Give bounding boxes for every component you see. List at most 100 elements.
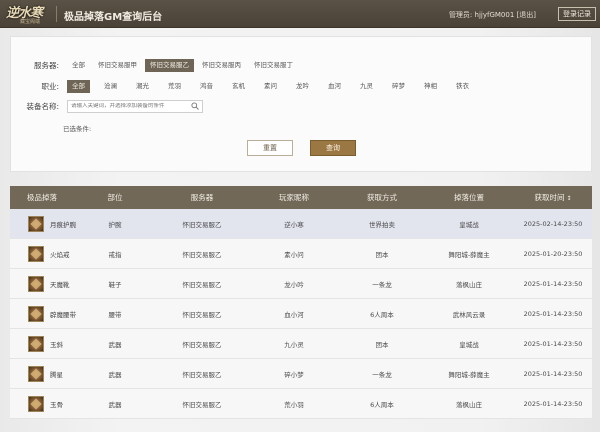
table-row[interactable]: 辟魔腰带 腰带 怀旧交易服乙 血小河 6人周本 武林风云录 2025-01-14-23:50	[10, 299, 592, 329]
slot-cell: 戒指	[108, 250, 122, 259]
time-cell: 2025-01-20-23:50	[523, 249, 583, 258]
table-row[interactable]: 火焰戒 戒指 怀旧交易服乙 素小问 团本 舞阳城-薛魔主 2025-01-20-23:50	[10, 239, 592, 269]
job-option[interactable]: 铁衣	[451, 80, 474, 93]
job-option[interactable]: 玄机	[227, 80, 250, 93]
time-cell: 2025-02-14-23:50	[523, 219, 583, 228]
item-cell: 玉骨	[10, 395, 74, 412]
server-option[interactable]: 怀旧交易服丙	[197, 59, 246, 72]
location-cell: 舞阳城-薛魔主	[448, 370, 490, 379]
item-icon[interactable]	[28, 245, 44, 262]
item-icon[interactable]	[28, 215, 44, 232]
slot-cell: 腰带	[108, 310, 122, 319]
job-option[interactable]: 龙吟	[291, 80, 314, 93]
col-header-method: 获取方式	[367, 193, 397, 202]
player-cell: 龙小吟	[284, 280, 304, 289]
col-header-location: 掉落位置	[454, 193, 484, 202]
server-options: 全部 怀旧交易服甲 怀旧交易服乙 怀旧交易服丙 怀旧交易服丁	[67, 58, 301, 72]
slot-cell: 鞋子	[108, 280, 122, 289]
player-cell: 素小问	[284, 250, 304, 259]
slot-cell: 武器	[108, 370, 122, 379]
app-logo[interactable]: 逆水寒 藏宝阁端	[6, 2, 52, 26]
player-cell: 荒小羽	[284, 400, 304, 409]
slot-cell: 护腕	[108, 220, 122, 229]
server-filter-row: 服务器: 全部 怀旧交易服甲 怀旧交易服乙 怀旧交易服丙 怀旧交易服丁	[11, 58, 301, 72]
equipment-search-box[interactable]	[67, 99, 203, 113]
equipment-search-input[interactable]	[71, 103, 181, 109]
job-option[interactable]: 碎梦	[387, 80, 410, 93]
server-cell: 怀旧交易服乙	[182, 250, 222, 259]
method-cell: 团本	[375, 250, 389, 259]
time-cell: 2025-01-14-23:50	[523, 339, 583, 348]
job-option[interactable]: 素问	[259, 80, 282, 93]
method-cell: 6人周本	[370, 310, 394, 319]
server-option[interactable]: 全部	[67, 59, 90, 72]
time-cell: 2025-01-14-23:50	[523, 309, 583, 318]
job-option[interactable]: 潮光	[131, 80, 154, 93]
method-cell: 团本	[375, 340, 389, 349]
table-body: 月痕护腕 护腕 怀旧交易服乙 逆小寒 世界拍卖 皇城战 2025-02-14-23:50 火焰…	[10, 209, 592, 419]
location-cell: 舞阳城-薛魔主	[448, 250, 490, 259]
player-cell: 逆小寒	[284, 220, 304, 229]
table-row[interactable]: 腾星 武器 怀旧交易服乙 碎小梦 一条龙 舞阳城-薛魔主 2025-01-14-23:50	[10, 359, 592, 389]
server-cell: 怀旧交易服乙	[182, 370, 222, 379]
item-name: 玉斜	[50, 340, 63, 349]
item-icon[interactable]	[28, 335, 44, 352]
table-row[interactable]: 月痕护腕 护腕 怀旧交易服乙 逆小寒 世界拍卖 皇城战 2025-02-14-23:50	[10, 209, 592, 239]
server-option[interactable]: 怀旧交易服甲	[93, 59, 142, 72]
location-cell: 武林风云录	[452, 310, 486, 319]
job-option[interactable]: 沧澜	[99, 80, 122, 93]
item-name: 玉骨	[50, 400, 63, 409]
job-option[interactable]: 神相	[419, 80, 442, 93]
player-cell: 九小灵	[284, 340, 304, 349]
header-divider	[56, 6, 57, 22]
item-cell: 火焰戒	[10, 245, 74, 262]
item-name: 腾星	[50, 370, 63, 379]
method-cell: 一条龙	[372, 370, 392, 379]
job-filter-label: 职业:	[41, 81, 59, 91]
admin-exit-link[interactable]: [退出]	[517, 11, 536, 19]
search-icon[interactable]	[191, 102, 199, 110]
item-icon[interactable]	[28, 305, 44, 322]
logo-sub-text: 藏宝阁端	[20, 19, 41, 25]
job-option[interactable]: 全部	[67, 79, 90, 93]
server-cell: 怀旧交易服乙	[182, 220, 222, 229]
job-option[interactable]: 九灵	[355, 80, 378, 93]
job-option[interactable]: 鸿音	[195, 80, 218, 93]
server-option[interactable]: 怀旧交易服丁	[249, 59, 298, 72]
location-cell: 皇城战	[459, 340, 479, 349]
col-header-server: 服务器	[190, 193, 214, 202]
item-icon[interactable]	[28, 275, 44, 292]
col-header-time[interactable]: 获取时间 ↕	[514, 192, 592, 203]
item-name: 月痕护腕	[50, 220, 76, 229]
location-cell: 皇城战	[459, 220, 479, 229]
job-option[interactable]: 荒羽	[163, 80, 186, 93]
item-cell: 辟魔腰带	[10, 305, 76, 322]
equipment-filter-label: 装备名称:	[26, 101, 59, 111]
query-button[interactable]: 查询	[310, 140, 356, 156]
item-cell: 月痕护腕	[10, 215, 76, 232]
job-option[interactable]: 血河	[323, 80, 346, 93]
login-records-button[interactable]: 登录记录	[558, 7, 596, 21]
col-header-time-label: 获取时间	[534, 193, 565, 202]
item-name: 火焰戒	[50, 250, 70, 259]
reset-button[interactable]: 重置	[247, 140, 293, 156]
sort-icon[interactable]: ↕	[566, 195, 571, 202]
method-cell: 6人周本	[370, 400, 394, 409]
server-cell: 怀旧交易服乙	[182, 400, 222, 409]
table-row[interactable]: 玉斜 武器 怀旧交易服乙 九小灵 团本 皇城战 2025-01-14-23:50	[10, 329, 592, 359]
equipment-filter-row: 装备名称:	[11, 99, 203, 113]
filter-panel: 服务器: 全部 怀旧交易服甲 怀旧交易服乙 怀旧交易服丙 怀旧交易服丁 职业: 全部 沧澜…	[10, 36, 592, 172]
item-cell: 腾星	[10, 365, 74, 382]
item-icon[interactable]	[28, 365, 44, 382]
slot-cell: 武器	[108, 400, 122, 409]
location-cell: 落枫山庄	[456, 280, 482, 289]
player-cell: 碎小梦	[284, 370, 304, 379]
item-name: 天魔靴	[50, 280, 70, 289]
item-cell: 天魔靴	[10, 275, 74, 292]
server-option[interactable]: 怀旧交易服乙	[145, 58, 194, 72]
server-cell: 怀旧交易服乙	[182, 310, 222, 319]
table-row[interactable]: 天魔靴 鞋子 怀旧交易服乙 龙小吟 一条龙 落枫山庄 2025-01-14-23:50	[10, 269, 592, 299]
item-icon[interactable]	[28, 395, 44, 412]
table-row[interactable]: 玉骨 武器 怀旧交易服乙 荒小羽 6人周本 落枫山庄 2025-01-14-23:50	[10, 389, 592, 419]
time-cell: 2025-01-14-23:50	[523, 279, 583, 288]
